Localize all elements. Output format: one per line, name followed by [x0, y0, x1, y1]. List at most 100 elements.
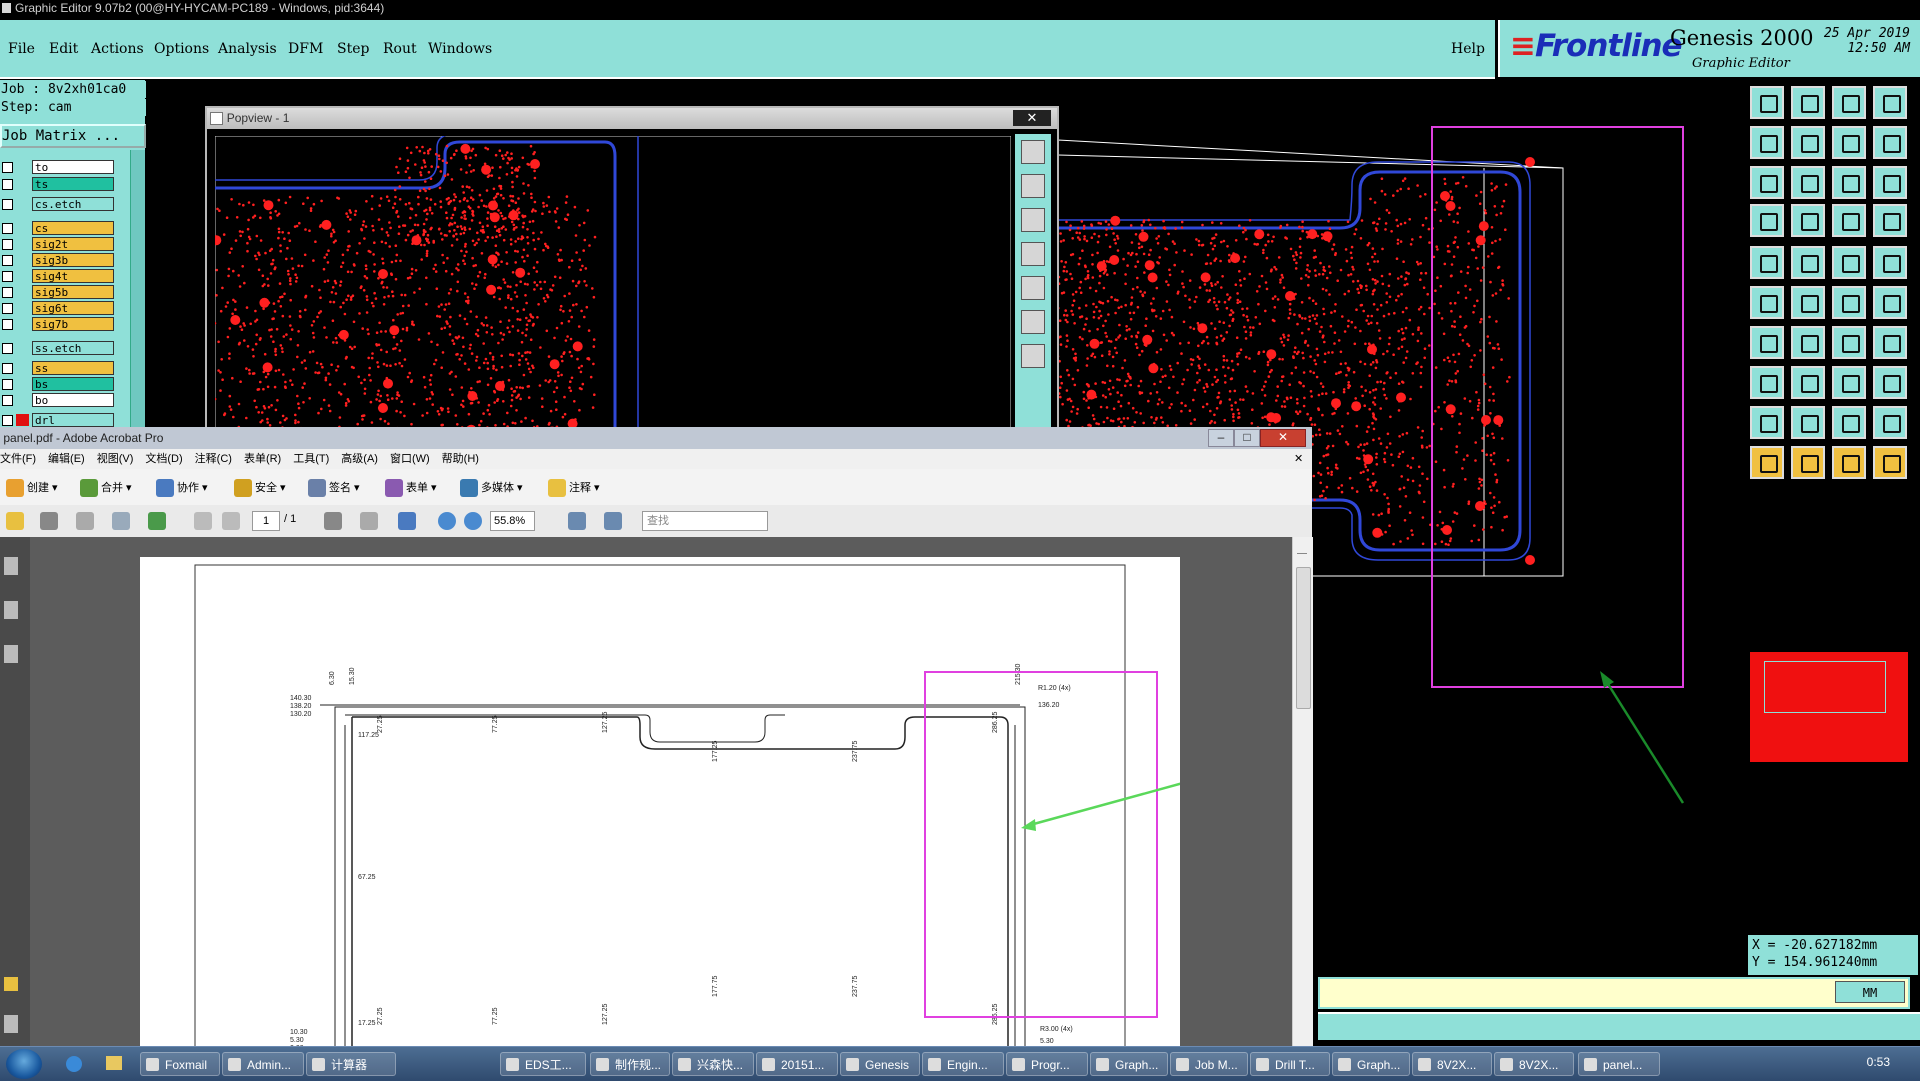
layer-name[interactable]: sig3b	[32, 253, 114, 267]
prev-page-icon[interactable]	[194, 512, 215, 530]
taskbar-task[interactable]: Progr...	[1006, 1052, 1088, 1076]
taskbar-task[interactable]: Genesis	[840, 1052, 920, 1076]
comments-icon[interactable]	[4, 977, 18, 991]
taskbar-task[interactable]: Graph...	[1090, 1052, 1168, 1076]
connect-icon-button[interactable]	[1873, 286, 1907, 319]
pointer-d-icon-button[interactable]	[1873, 446, 1907, 479]
close-button[interactable]: ✕	[1260, 429, 1306, 447]
maximize-button[interactable]: □	[1234, 429, 1260, 447]
center-icon-button[interactable]	[1791, 166, 1825, 199]
layer-checkbox[interactable]	[2, 223, 13, 234]
acrobat-title-bar[interactable]: panel.pdf - Adobe Acrobat Pro – □ ✕	[0, 427, 1312, 449]
layer-checkbox[interactable]	[2, 179, 13, 190]
menu-step[interactable]: Step	[337, 41, 369, 57]
query-button[interactable]	[1873, 166, 1907, 199]
taskbar-task[interactable]: Admin...	[222, 1052, 304, 1076]
link-icon-button[interactable]	[1832, 286, 1866, 319]
pv-pan-right-button[interactable]	[1021, 276, 1045, 300]
open-icon[interactable]	[6, 512, 27, 530]
popview-title-bar[interactable]: Popview - 1	[207, 108, 1057, 129]
arc-b-icon-button[interactable]	[1832, 406, 1866, 439]
triangle-icon-button[interactable]	[1750, 406, 1784, 439]
layer-row-sig5b[interactable]: sig5b	[0, 285, 120, 299]
create-button[interactable]: 创建 ▾	[6, 479, 58, 497]
save-icon[interactable]	[76, 512, 97, 530]
minimize-button[interactable]: –	[1208, 429, 1234, 447]
layer-row-ss[interactable]: ss	[0, 361, 120, 375]
layer-row-bo[interactable]: bo	[0, 393, 120, 407]
layer-name[interactable]: ss	[32, 361, 114, 375]
rotate-icon-button[interactable]	[1832, 326, 1866, 359]
cross-icon-button[interactable]	[1791, 286, 1825, 319]
fit-icon-button[interactable]	[1750, 166, 1784, 199]
forms-button[interactable]: 表单 ▾	[385, 479, 437, 497]
pv-fit-button[interactable]	[1021, 310, 1045, 334]
multimedia-button[interactable]: 多媒体 ▾	[460, 479, 523, 497]
popview-close-button[interactable]: ✕	[1013, 110, 1051, 126]
acr-menu-tools[interactable]: 工具(T)	[293, 449, 329, 469]
acr-menu-advanced[interactable]: 高级(A)	[341, 449, 378, 469]
layer-name[interactable]: sig6t	[32, 301, 114, 315]
open-job-button[interactable]	[1750, 86, 1784, 119]
layer-row-bs[interactable]: bs	[0, 377, 120, 391]
layer-name[interactable]: sig5b	[32, 285, 114, 299]
acr-menu-window[interactable]: 窗口(W)	[390, 449, 430, 469]
acr-menu-document[interactable]: 文档(D)	[145, 449, 182, 469]
minus-icon-button[interactable]	[1791, 366, 1825, 399]
home-button[interactable]	[1832, 86, 1866, 119]
bookmarks-icon[interactable]	[4, 601, 18, 619]
layer-name[interactable]: to	[32, 160, 114, 174]
layer-name[interactable]: bs	[32, 377, 114, 391]
one-to-one-button[interactable]	[1832, 166, 1866, 199]
layer-name[interactable]: sig7b	[32, 317, 114, 331]
pdf-vertical-scrollbar[interactable]	[1292, 537, 1313, 1059]
menu-rout[interactable]: Rout	[383, 41, 417, 57]
menu-actions[interactable]: Actions	[91, 41, 144, 57]
menu-dfm[interactable]: DFM	[288, 41, 323, 57]
menu-file[interactable]: File	[8, 41, 35, 57]
layer-row-sig3b[interactable]: sig3b	[0, 253, 120, 267]
combine-button[interactable]: 合并 ▾	[80, 479, 132, 497]
email-icon[interactable]	[112, 512, 133, 530]
pages-icon[interactable]	[4, 557, 18, 575]
page-number-input[interactable]: 1	[252, 511, 280, 531]
acr-menu-file[interactable]: 文件(F)	[0, 449, 36, 469]
acr-menu-help[interactable]: 帮助(H)	[442, 449, 479, 469]
layer-name[interactable]: sig2t	[32, 237, 114, 251]
layer-checkbox[interactable]	[2, 415, 13, 426]
pointer-b-icon-button[interactable]	[1791, 446, 1825, 479]
start-button[interactable]	[6, 1049, 42, 1079]
secure-button[interactable]: 安全 ▾	[234, 479, 286, 497]
acr-menu-comments[interactable]: 注释(C)	[195, 449, 232, 469]
job-matrix-button[interactable]: Job Matrix ...	[0, 124, 146, 148]
zoom-in-icon[interactable]	[464, 512, 485, 530]
layer-name[interactable]: ts	[32, 177, 114, 191]
signatures-icon[interactable]	[4, 645, 18, 663]
layer-row-cs-etch[interactable]: cs.etch	[0, 197, 120, 211]
layer-name[interactable]: cs	[32, 221, 114, 235]
taskbar-task[interactable]: EDS工...	[500, 1052, 586, 1076]
layer-checkbox[interactable]	[2, 271, 13, 282]
explorer-icon[interactable]	[106, 1056, 122, 1070]
layer-checkbox[interactable]	[2, 319, 13, 330]
pad-icon-button[interactable]	[1750, 366, 1784, 399]
snap-left-button[interactable]	[1750, 126, 1784, 159]
layer-row-drl[interactable]: drl	[0, 413, 120, 427]
snap-icon-button[interactable]	[1873, 366, 1907, 399]
taskbar-task[interactable]: panel...	[1578, 1052, 1660, 1076]
mirror-icon-button[interactable]	[1873, 326, 1907, 359]
select-tool-icon[interactable]	[324, 512, 345, 530]
taskbar-task[interactable]: 制作规...	[590, 1052, 670, 1076]
layer-name[interactable]: sig4t	[32, 269, 114, 283]
doc-close-icon[interactable]: ✕	[1294, 449, 1303, 469]
layer-checkbox[interactable]	[2, 343, 13, 354]
sign-button[interactable]: 签名 ▾	[308, 479, 360, 497]
comment-button[interactable]: 注释 ▾	[548, 479, 600, 497]
menu-help[interactable]: Help	[1451, 41, 1485, 57]
flip-button[interactable]	[1873, 126, 1907, 159]
layer-scrollbar[interactable]	[130, 150, 145, 430]
acr-menu-view[interactable]: 视图(V)	[97, 449, 134, 469]
taskbar-task[interactable]: 8V2X...	[1412, 1052, 1492, 1076]
fit-page-icon[interactable]	[568, 512, 589, 530]
layer-checkbox[interactable]	[2, 287, 13, 298]
